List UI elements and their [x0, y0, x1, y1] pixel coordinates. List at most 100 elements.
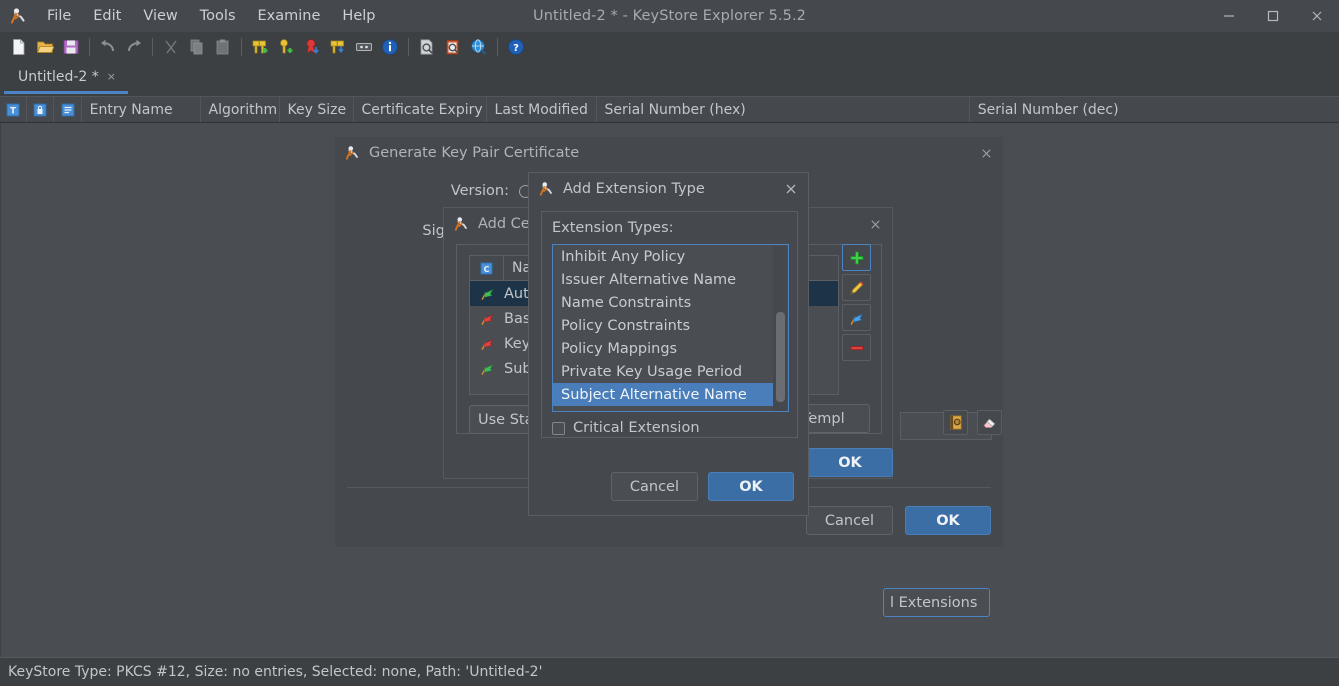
critical-extension-checkbox[interactable]: [552, 422, 565, 435]
close-button[interactable]: [1295, 0, 1339, 32]
ok-button[interactable]: OK: [708, 472, 794, 501]
tab-close-icon[interactable]: ×: [107, 70, 116, 83]
dialog-titlebar: Generate Key Pair Certificate: [335, 137, 1003, 169]
statusbar-text: KeyStore Type: PKCS #12, Size: no entrie…: [8, 664, 542, 680]
add-extension-type-footer: Cancel OK: [611, 472, 794, 501]
extension-type-item[interactable]: Subject Information Access: [553, 406, 773, 412]
menu-examine[interactable]: Examine: [247, 4, 332, 28]
examine-clipboard-icon[interactable]: [440, 34, 466, 60]
svg-text:T: T: [10, 106, 16, 116]
dialog-close-icon[interactable]: [980, 137, 993, 169]
minimize-button[interactable]: [1207, 0, 1251, 32]
cancel-button[interactable]: Cancel: [611, 472, 698, 501]
extension-type-item[interactable]: Policy Constraints: [553, 314, 773, 337]
critical-extension-label: Critical Extension: [573, 420, 700, 436]
column-lock-status-icon[interactable]: [27, 97, 54, 122]
eraser-icon[interactable]: [977, 410, 1002, 435]
keystore-table-header: T Entry Name Algorithm Key Size Certific…: [0, 96, 1339, 123]
menu-tools[interactable]: Tools: [189, 4, 247, 28]
extension-type-item[interactable]: Private Key Usage Period: [553, 360, 773, 383]
toolbar-separator: [241, 38, 242, 56]
extension-types-list: Inhibit Any Policy Issuer Alternative Na…: [553, 245, 773, 412]
extension-types-panel: Extension Types: Inhibit Any Policy Issu…: [541, 211, 798, 438]
column-certificate-expiry[interactable]: Certificate Expiry: [354, 97, 487, 122]
column-entry-name[interactable]: Entry Name: [82, 97, 201, 122]
field-version-label: Version:: [335, 183, 519, 199]
column-key-size[interactable]: Key Size: [280, 97, 354, 122]
extension-type-item[interactable]: Name Constraints: [553, 291, 773, 314]
maximize-button[interactable]: [1251, 0, 1295, 32]
tab-untitled-2[interactable]: Untitled-2 * ×: [4, 62, 128, 94]
extension-type-item-selected[interactable]: Subject Alternative Name: [553, 383, 773, 406]
examine-ssl-icon[interactable]: [466, 34, 492, 60]
keystore-explorer-icon: [345, 145, 361, 161]
tabstrip: Untitled-2 * ×: [0, 62, 1339, 94]
svg-text:?: ?: [513, 43, 519, 54]
open-keystore-icon[interactable]: [32, 34, 58, 60]
extension-action-buttons: [842, 244, 876, 364]
ok-button[interactable]: OK: [905, 506, 991, 535]
address-book-icon[interactable]: @: [943, 410, 968, 435]
statusbar: KeyStore Type: PKCS #12, Size: no entrie…: [0, 657, 1339, 686]
menu-help[interactable]: Help: [331, 4, 386, 28]
red-flag-icon: [470, 336, 504, 351]
extension-type-item[interactable]: Issuer Alternative Name: [553, 268, 773, 291]
dialog-close-icon[interactable]: [784, 173, 798, 205]
column-serial-number-dec[interactable]: Serial Number (dec): [970, 97, 1339, 122]
dialog-title: Add Extension Type: [563, 181, 705, 197]
copy-icon: [184, 34, 210, 60]
toolbar-separator: [89, 38, 90, 56]
redo-icon[interactable]: [121, 34, 147, 60]
keystore-properties-icon[interactable]: [377, 34, 403, 60]
edit-extension-button[interactable]: [842, 274, 871, 301]
svg-text:@: @: [955, 420, 960, 426]
new-keystore-icon[interactable]: [6, 34, 32, 60]
toolbar-separator: [152, 38, 153, 56]
dialog-title: Generate Key Pair Certificate: [369, 145, 579, 161]
cancel-button[interactable]: Cancel: [806, 506, 893, 535]
column-last-modified[interactable]: Last Modified: [487, 97, 597, 122]
critical-extension-checkbox-row[interactable]: Critical Extension: [552, 420, 700, 436]
import-key-pair-icon[interactable]: [325, 34, 351, 60]
add-cert-ext-ok-label: OK: [807, 448, 893, 477]
scrollbar-thumb[interactable]: [776, 312, 785, 402]
green-flag-icon: [470, 286, 504, 301]
menu-file[interactable]: File: [36, 4, 82, 28]
set-password-icon[interactable]: [351, 34, 377, 60]
toggle-critical-button[interactable]: [842, 304, 871, 331]
column-serial-number-hex[interactable]: Serial Number (hex): [597, 97, 970, 122]
toolbar-separator: [497, 38, 498, 56]
generate-secret-key-icon[interactable]: [273, 34, 299, 60]
column-entry-type-icon[interactable]: T: [0, 97, 27, 122]
help-icon[interactable]: ?: [503, 34, 529, 60]
extension-type-item[interactable]: Policy Mappings: [553, 337, 773, 360]
menu-edit[interactable]: Edit: [82, 4, 132, 28]
dialog-close-icon[interactable]: [869, 208, 882, 240]
red-flag-icon: [470, 311, 504, 326]
generate-keypair-footer: Cancel OK: [806, 506, 991, 535]
menu-view[interactable]: View: [132, 4, 188, 28]
add-extension-type-dialog: Add Extension Type Extension Types: Inhi…: [528, 172, 809, 516]
add-cert-ext-ok-button[interactable]: OK: [807, 448, 893, 477]
save-keystore-icon[interactable]: [58, 34, 84, 60]
extension-types-scrollbar[interactable]: [773, 246, 787, 412]
dialog-titlebar: Add Extension Type: [529, 173, 808, 205]
column-certificate-expiry-icon[interactable]: [54, 97, 81, 122]
add-extension-button[interactable]: [842, 244, 871, 271]
undo-icon[interactable]: [95, 34, 121, 60]
import-trusted-certificate-icon[interactable]: [299, 34, 325, 60]
cut-icon: [158, 34, 184, 60]
add-extensions-button[interactable]: l Extensions: [883, 588, 990, 617]
remove-extension-button[interactable]: [842, 334, 871, 361]
extension-type-item[interactable]: Inhibit Any Policy: [553, 245, 773, 268]
keystore-explorer-icon: [539, 181, 555, 197]
green-flag-icon: [470, 361, 504, 376]
toolbar-separator: [408, 38, 409, 56]
examine-file-icon[interactable]: [414, 34, 440, 60]
generate-key-pair-icon[interactable]: [247, 34, 273, 60]
toolbar: ?: [0, 32, 1339, 62]
keystore-explorer-icon: [454, 216, 470, 232]
tab-label: Untitled-2 *: [18, 69, 99, 85]
column-algorithm[interactable]: Algorithm: [201, 97, 280, 122]
extension-types-listbox[interactable]: Inhibit Any Policy Issuer Alternative Na…: [552, 244, 789, 412]
